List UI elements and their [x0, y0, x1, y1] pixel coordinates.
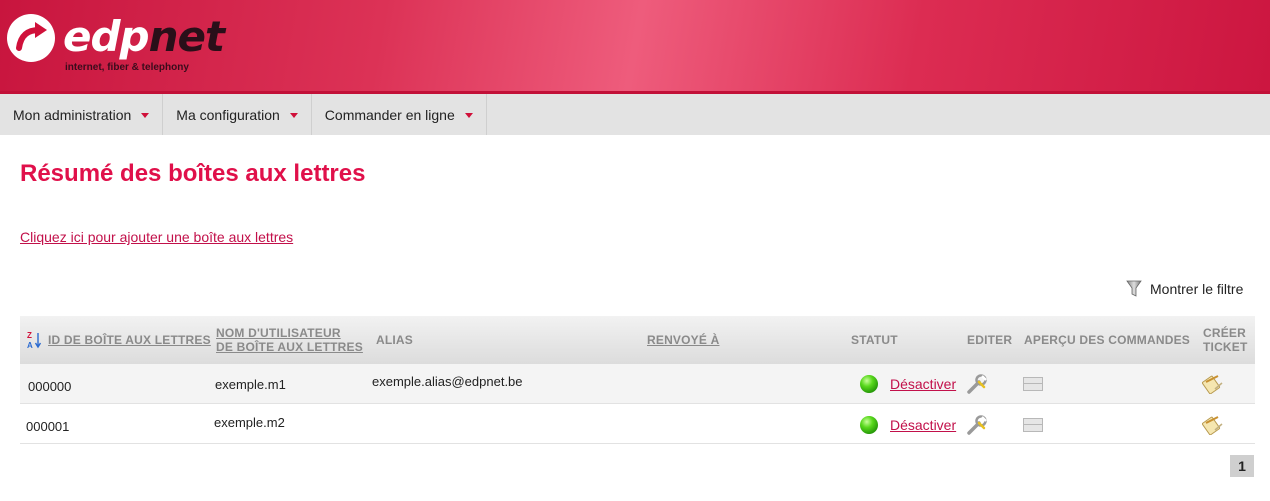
nav-ma-configuration[interactable]: Ma configuration — [163, 94, 312, 135]
svg-text:A: A — [27, 341, 33, 350]
col-header-username[interactable]: NOM D'UTILISATEUR DE BOÎTE AUX LETTRES — [216, 316, 363, 364]
col-header-status: STATUT — [851, 333, 898, 347]
table-row: 000000 exemple.m1 exemple.alias@edpnet.b… — [20, 364, 1255, 404]
status-active-icon — [860, 416, 878, 434]
caret-down-icon — [141, 113, 150, 118]
nav-label: Ma configuration — [176, 106, 280, 123]
cell-mailbox-id: 000001 — [26, 419, 70, 434]
logo-word-part2: net — [148, 12, 225, 61]
logo-arrow-icon — [7, 14, 55, 62]
status-active-icon — [860, 375, 878, 393]
brand-logo[interactable]: edpnet internet, fiber & telephony — [7, 12, 225, 78]
deactivate-link[interactable]: Désactiver — [890, 376, 956, 392]
cell-mailbox-id: 000000 — [28, 379, 72, 394]
logo-wordmark: edpnet — [63, 8, 225, 66]
caret-down-icon — [464, 113, 473, 118]
col-header-ticket-line1: CRÉER — [1203, 326, 1247, 340]
cell-username: exemple.m2 — [214, 415, 285, 430]
show-filter-button[interactable]: Montrer le filtre — [1126, 280, 1243, 298]
nav-label: Commander en ligne — [324, 106, 455, 123]
caret-down-icon — [289, 113, 298, 118]
col-header-username-line2: DE BOÎTE AUX LETTRES — [216, 340, 363, 354]
edit-wrench-icon[interactable] — [966, 415, 988, 435]
edit-wrench-icon[interactable] — [966, 374, 988, 394]
pagination-page-current[interactable]: 1 — [1230, 455, 1254, 477]
col-header-preview: APERÇU DES COMMANDES — [1024, 333, 1191, 347]
main-nav: Mon administration Ma configuration Comm… — [0, 94, 1270, 135]
preview-orders-icon[interactable] — [1023, 418, 1043, 432]
col-header-id[interactable]: ID DE BOÎTE AUX LETTRES — [48, 316, 211, 364]
svg-text:Z: Z — [27, 331, 32, 340]
mailbox-table: Z A ID DE BOÎTE AUX LETTRES NOM D'UTILIS… — [20, 316, 1255, 444]
nav-label: Mon administration — [13, 106, 132, 123]
preview-orders-icon[interactable] — [1023, 377, 1043, 391]
nav-commander-en-ligne[interactable]: Commander en ligne — [312, 94, 487, 135]
deactivate-link[interactable]: Désactiver — [890, 417, 956, 433]
logo-tagline: internet, fiber & telephony — [65, 62, 189, 73]
filter-label: Montrer le filtre — [1150, 281, 1244, 297]
cell-alias: exemple.alias@edpnet.be — [372, 374, 523, 389]
add-mailbox-link[interactable]: Cliquez ici pour ajouter une boîte aux l… — [20, 229, 293, 245]
cell-username: exemple.m1 — [215, 377, 286, 392]
filter-funnel-icon — [1126, 280, 1142, 297]
sort-az-icon[interactable]: Z A — [27, 316, 41, 364]
logo-word-part1: edp — [63, 12, 150, 61]
page-title: Résumé des boîtes aux lettres — [20, 160, 366, 187]
site-header: edpnet internet, fiber & telephony — [0, 0, 1270, 94]
nav-mon-administration[interactable]: Mon administration — [0, 94, 164, 135]
col-header-forward[interactable]: RENVOYÉ À — [647, 316, 719, 364]
create-ticket-icon[interactable] — [1202, 372, 1224, 394]
col-header-edit: EDITER — [967, 333, 1013, 347]
create-ticket-icon[interactable] — [1202, 413, 1224, 435]
table-row: 000001 exemple.m2 Désactiver — [20, 404, 1255, 444]
col-header-username-line1: NOM D'UTILISATEUR — [216, 326, 341, 340]
col-header-ticket-line2: TICKET — [1203, 340, 1248, 354]
col-header-ticket: CRÉER TICKET — [1203, 316, 1248, 364]
col-header-alias: ALIAS — [376, 333, 413, 347]
table-header-row: Z A ID DE BOÎTE AUX LETTRES NOM D'UTILIS… — [20, 316, 1255, 364]
